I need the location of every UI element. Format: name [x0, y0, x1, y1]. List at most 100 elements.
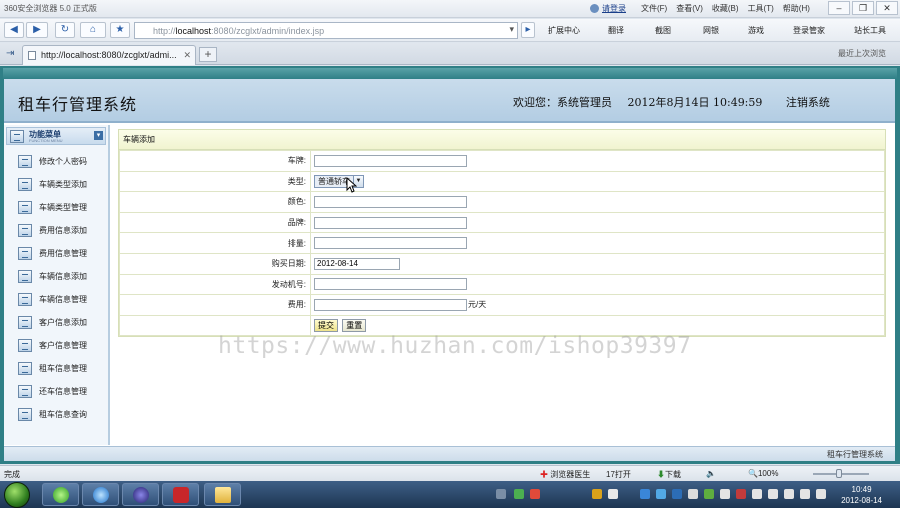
tray-user-icon[interactable]: [608, 489, 618, 499]
tray-app-icon[interactable]: [800, 489, 810, 499]
minimize-button[interactable]: –: [828, 1, 850, 15]
tray-keyboard-icon[interactable]: [496, 489, 506, 499]
eclipse-icon: [133, 487, 149, 503]
tray-app-icon[interactable]: [768, 489, 778, 499]
tray-volume-icon[interactable]: [816, 489, 826, 499]
back-arrow-icon: ◀: [10, 24, 18, 35]
tray-app-icon[interactable]: [736, 489, 746, 499]
tray-app-icon[interactable]: [656, 489, 666, 499]
displacement-input[interactable]: [314, 237, 467, 250]
dropdown-arrow-icon[interactable]: ▾: [509, 24, 514, 35]
brand-input[interactable]: [314, 216, 467, 229]
toolbar-webmaster-tools[interactable]: 站长工具: [854, 25, 886, 36]
speaker-icon[interactable]: 🔈: [706, 469, 716, 478]
start-button[interactable]: [4, 482, 30, 508]
sidebar-item-query-rental[interactable]: 租车信息查询: [18, 406, 87, 422]
menu-help[interactable]: 帮助(H): [783, 3, 810, 14]
login-area[interactable]: 请登录: [590, 3, 626, 14]
toolbar-screenshot[interactable]: 截图: [655, 25, 671, 36]
favorite-button[interactable]: ★: [110, 22, 130, 38]
menu-view[interactable]: 查看(V): [676, 3, 703, 14]
menu-file[interactable]: 文件(F): [641, 3, 667, 14]
open-count[interactable]: 17打开: [606, 469, 631, 480]
tray-app-icon[interactable]: [704, 489, 714, 499]
refresh-button[interactable]: ↻: [55, 22, 75, 38]
toolbar-extensions[interactable]: 扩展中心: [548, 25, 580, 36]
plate-input[interactable]: [314, 154, 467, 167]
browser-doctor[interactable]: ✚ 浏览器医生: [540, 469, 590, 480]
toolbar-games[interactable]: 游戏: [748, 25, 764, 36]
sidebar-item-manage-fee[interactable]: 费用信息管理: [18, 245, 87, 261]
toolbar-login-manager[interactable]: 登录管家: [793, 25, 825, 36]
form-row-purchase-date: 购买日期:: [119, 252, 885, 275]
tray-app-icon[interactable]: [688, 489, 698, 499]
sidebar-item-manage-vehicle-type[interactable]: 车辆类型管理: [18, 199, 87, 215]
taskbar-explorer[interactable]: [204, 483, 241, 506]
footer-text: 租车行管理系统: [827, 450, 883, 459]
tray-flag-icon[interactable]: [752, 489, 762, 499]
sidebar-item-manage-return[interactable]: 还车信息管理: [18, 383, 87, 399]
sidebar-toggle-icon[interactable]: ⇥: [6, 48, 14, 59]
tray-network-icon[interactable]: [640, 489, 650, 499]
clock-time: 10:49: [851, 485, 872, 494]
function-menu-header: 功能菜单 FUNCTION MENU ▾: [6, 127, 106, 145]
toolbar-translate[interactable]: 翻译: [608, 25, 624, 36]
tray-shield-icon[interactable]: [672, 489, 682, 499]
sidebar-item-add-vehicle-type[interactable]: 车辆类型添加: [18, 176, 87, 192]
close-button[interactable]: ✕: [876, 1, 898, 15]
address-bar[interactable]: http://localhost:8080/zcglxt/admin/index…: [134, 22, 518, 39]
tray-app-icon[interactable]: [784, 489, 794, 499]
star-icon: ★: [115, 24, 125, 35]
tab-active[interactable]: http://localhost:8080/zcglxt/admi... ✕: [22, 45, 196, 65]
purchase-date-input[interactable]: [314, 257, 400, 270]
mouse-cursor-icon: [346, 177, 357, 193]
tray-qq-icon[interactable]: [592, 489, 602, 499]
color-input[interactable]: [314, 195, 467, 208]
zoom-level[interactable]: 🔍100%: [748, 469, 778, 478]
home-button[interactable]: ⌂: [80, 22, 106, 38]
logout-link[interactable]: 注销系统: [786, 96, 830, 109]
sidebar-item-add-fee[interactable]: 费用信息添加: [18, 222, 87, 238]
collapse-icon[interactable]: ▾: [94, 131, 103, 140]
sidebar-item-change-password[interactable]: 修改个人密码: [18, 153, 87, 169]
taskbar-360browser[interactable]: [42, 483, 79, 506]
tray-app-icon[interactable]: [720, 489, 730, 499]
fee-input[interactable]: [314, 298, 467, 311]
watermark-text: https://www.huzhan.com/ishop39397: [218, 333, 692, 359]
taskbar-ie[interactable]: [82, 483, 119, 506]
sidebar-item-add-vehicle[interactable]: 车辆信息添加: [18, 268, 87, 284]
play-icon: ▸: [525, 24, 531, 35]
folder-icon: [215, 487, 231, 503]
tray-app-icon[interactable]: [530, 489, 540, 499]
forward-button[interactable]: ▶: [26, 22, 48, 38]
reset-button[interactable]: 重置: [342, 319, 367, 333]
clock-date: 2012-08-14: [841, 496, 882, 505]
sidebar-item-manage-customer[interactable]: 客户信息管理: [18, 337, 87, 353]
taskbar-clock[interactable]: 10:49 2012-08-14: [841, 484, 882, 506]
downloads[interactable]: ⬇下载: [657, 469, 681, 480]
taskbar-app-red[interactable]: [162, 483, 199, 506]
zoom-slider-handle[interactable]: [836, 469, 842, 478]
submit-button[interactable]: 提交: [314, 319, 338, 333]
taskbar-eclipse[interactable]: [122, 483, 159, 506]
menu-favorites[interactable]: 收藏(B): [712, 3, 739, 14]
form-icon: [18, 292, 32, 306]
login-link[interactable]: 请登录: [602, 3, 626, 14]
new-tab-button[interactable]: +: [199, 47, 217, 62]
restore-button[interactable]: ❐: [852, 1, 874, 15]
sidebar-item-manage-vehicle[interactable]: 车辆信息管理: [18, 291, 87, 307]
go-button[interactable]: ▸: [521, 22, 535, 38]
app-title: 租车行管理系统: [18, 95, 138, 114]
back-button[interactable]: ◀: [4, 22, 24, 38]
menu-tools[interactable]: 工具(T): [748, 3, 774, 14]
home-icon: ⌂: [89, 24, 97, 35]
sidebar-item-manage-rental[interactable]: 租车信息管理: [18, 360, 87, 376]
sidebar-item-add-customer[interactable]: 客户信息添加: [18, 314, 87, 330]
reopen-last-session[interactable]: 最近上次浏览: [838, 48, 886, 59]
tray-app-icon[interactable]: [514, 489, 524, 499]
engine-input[interactable]: [314, 278, 467, 291]
form-icon: [18, 315, 32, 329]
tab-close-icon[interactable]: ✕: [183, 46, 191, 64]
toolbar-ebank[interactable]: 网银: [703, 25, 719, 36]
browser-titlebar: 360安全浏览器 5.0 正式版 请登录 文件(F) 查看(V) 收藏(B) 工…: [0, 0, 900, 18]
